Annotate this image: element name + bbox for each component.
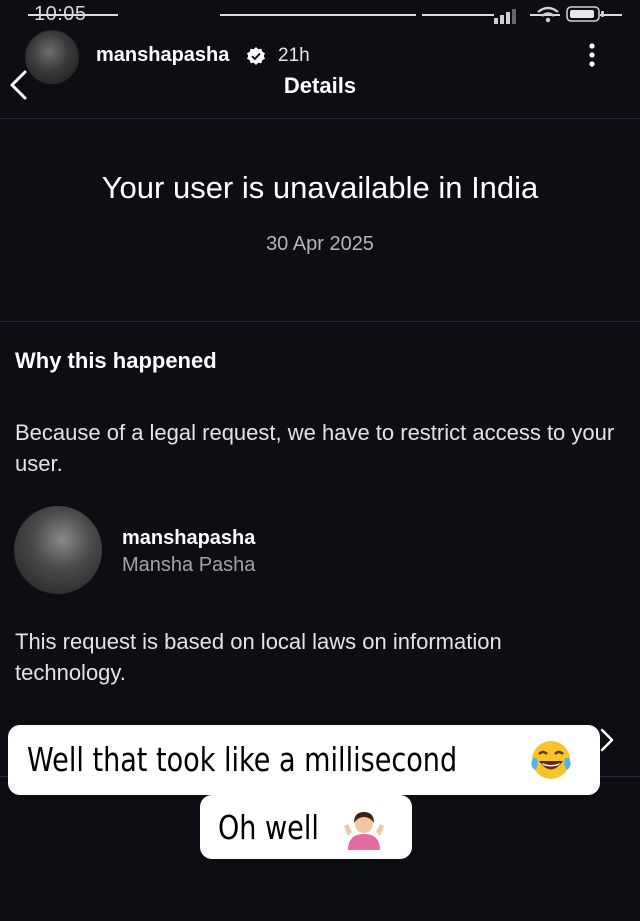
- notice-heading: Your user is unavailable in India: [101, 170, 539, 205]
- sticker-text: Oh well: [218, 808, 319, 847]
- notice-date: 30 Apr 2025: [266, 233, 374, 255]
- sticker-text: Well that took like a millisecond: [27, 740, 458, 779]
- more-vertical-icon[interactable]: [585, 40, 599, 72]
- header-divider: [0, 118, 640, 119]
- reason-text: Because of a legal request, we have to r…: [15, 420, 615, 476]
- profile-display-name: Mansha Pasha: [122, 554, 256, 576]
- legal-note-text: This request is based on local laws on i…: [15, 629, 502, 685]
- section-divider: [0, 321, 640, 322]
- status-divider: [28, 14, 118, 16]
- story-username[interactable]: manshapasha: [96, 44, 229, 67]
- signal-icon: [494, 9, 516, 24]
- profile-avatar[interactable]: [14, 506, 102, 594]
- person-shrugging-emoji: [344, 812, 384, 850]
- story-time: 21h: [278, 45, 310, 66]
- verified-badge-icon: [247, 47, 265, 65]
- battery-icon: [566, 6, 604, 22]
- page-title: Details: [283, 73, 357, 98]
- story-progress-bar: [220, 14, 416, 16]
- section-title: Why this happened: [15, 348, 217, 373]
- status-bar: 10:05: [0, 0, 640, 28]
- story-progress-bar: [422, 14, 494, 16]
- face-with-tears-of-joy-emoji: [531, 741, 571, 779]
- wifi-icon: [537, 6, 559, 23]
- chevron-right-icon[interactable]: [598, 725, 616, 755]
- profile-username[interactable]: manshapasha: [122, 527, 255, 550]
